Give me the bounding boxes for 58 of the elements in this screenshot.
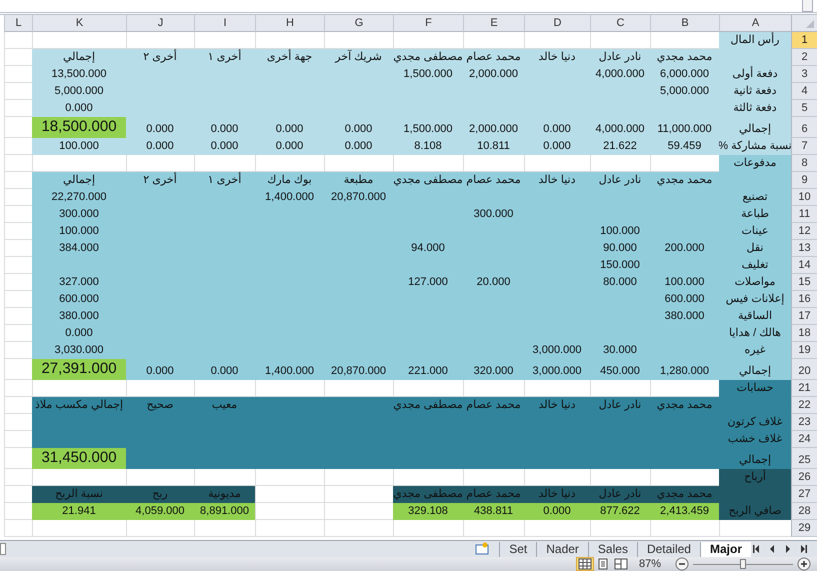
table-cell: مصطفى مجدي (393, 486, 463, 503)
column-header[interactable]: G (324, 15, 393, 32)
column-header[interactable]: D (524, 15, 590, 32)
column-header[interactable]: K (32, 15, 126, 32)
table-cell: مصطفى مجدي (393, 397, 463, 414)
row-header[interactable]: 23 (791, 414, 817, 431)
last-sheet-icon[interactable] (799, 544, 809, 554)
table-cell: مصطفى مجدي (393, 172, 463, 189)
column-header[interactable]: I (194, 15, 255, 32)
column-header[interactable]: L (4, 15, 32, 32)
column-header[interactable]: J (126, 15, 194, 32)
row-header[interactable]: 17 (791, 308, 817, 325)
row-header[interactable]: 2 (791, 49, 817, 66)
column-header[interactable]: H (255, 15, 324, 32)
row-header[interactable]: 26 (791, 469, 817, 486)
row-header[interactable]: 13 (791, 240, 817, 257)
row-header[interactable]: 10 (791, 189, 817, 206)
sheet-tab[interactable]: Major (700, 542, 751, 556)
zoom-out-icon[interactable] (675, 557, 689, 571)
row-header[interactable]: 11 (791, 206, 817, 223)
row-header[interactable]: 5 (791, 100, 817, 117)
scroll-left-icon[interactable] (0, 543, 6, 555)
first-sheet-icon[interactable] (751, 544, 761, 554)
zoom-slider-thumb[interactable] (740, 559, 746, 569)
column-header[interactable]: B (650, 15, 719, 32)
row-header[interactable]: 28 (791, 503, 817, 520)
normal-view-icon[interactable] (576, 558, 593, 570)
row-header[interactable]: 20 (791, 359, 817, 380)
table-cell: مصطفى مجدي (393, 49, 463, 66)
row-header[interactable]: 9 (791, 172, 817, 189)
row-header[interactable]: 25 (791, 448, 817, 469)
column-header[interactable]: A (719, 15, 791, 32)
row-header[interactable]: 19 (791, 342, 817, 359)
table-cell: نسبة مشاركة % (719, 138, 791, 155)
zoom-slider[interactable] (693, 558, 793, 570)
column-header[interactable]: C (590, 15, 650, 32)
column-header[interactable]: E (463, 15, 524, 32)
row-header[interactable]: 22 (791, 397, 817, 414)
row-header[interactable]: 7 (791, 138, 817, 155)
row-header[interactable]: 3 (791, 66, 817, 83)
row-header[interactable]: 4 (791, 83, 817, 100)
row-header[interactable]: 24 (791, 431, 817, 448)
row-header[interactable]: 27 (791, 486, 817, 503)
row-header[interactable]: 29 (791, 520, 817, 537)
row-header[interactable]: 6 (791, 117, 817, 138)
row-header[interactable]: 15 (791, 274, 817, 291)
zoom-level[interactable]: 87% (638, 558, 661, 570)
row-header[interactable]: 12 (791, 223, 817, 240)
row-header[interactable]: 8 (791, 155, 817, 172)
row-header[interactable]: 18 (791, 325, 817, 342)
row-header[interactable]: 16 (791, 291, 817, 308)
row-header[interactable]: 14 (791, 257, 817, 274)
next-sheet-icon[interactable] (783, 544, 793, 554)
zoom-in-icon[interactable] (797, 557, 811, 571)
row-header[interactable]: 1 (791, 32, 817, 49)
column-header[interactable]: F (393, 15, 463, 32)
row-header[interactable]: 21 (791, 380, 817, 397)
page-break-icon[interactable] (612, 558, 629, 570)
